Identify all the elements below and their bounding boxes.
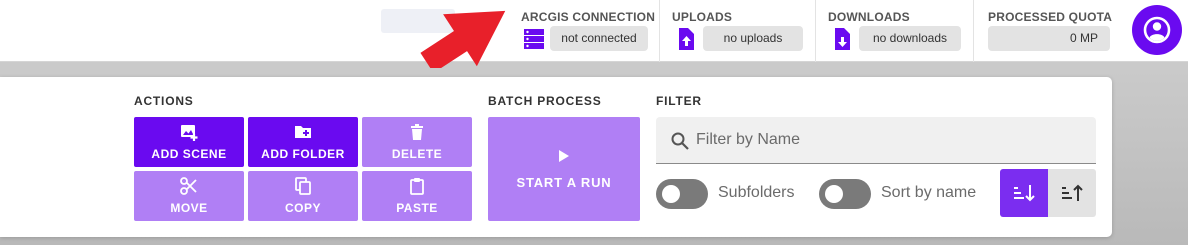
copy-icon [295, 177, 311, 195]
sort-ascending-button[interactable] [1048, 169, 1096, 217]
downloads-section: DOWNLOADS no downloads [815, 0, 973, 62]
account-circle-icon [1143, 16, 1171, 44]
batch-process-label: BATCH PROCESS [488, 94, 602, 108]
sort-descending-button[interactable] [1000, 169, 1048, 217]
trash-icon [411, 124, 423, 140]
start-run-button[interactable]: START A RUN [488, 117, 640, 221]
add-scene-label: ADD SCENE [151, 147, 227, 161]
sort-by-name-toggle-knob [825, 185, 843, 203]
toolbar-panel: ACTIONS ADD SCENE ADD FOLDER DELETE MOVE [0, 77, 1112, 237]
sort-descending-icon [1014, 185, 1035, 202]
uploads-status: no uploads [703, 26, 803, 51]
scissors-icon [180, 177, 197, 195]
paste-button[interactable]: PASTE [362, 171, 472, 221]
arcgis-connection-section: ARCGIS CONNECTION not connected [510, 0, 659, 62]
filter-label: FILTER [656, 94, 702, 108]
account-avatar-button[interactable] [1132, 5, 1182, 55]
filter-search-box [656, 117, 1096, 164]
paste-label: PASTE [396, 201, 438, 215]
add-folder-icon [295, 126, 311, 138]
subfolders-label: Subfolders [718, 184, 795, 201]
copy-button[interactable]: COPY [248, 171, 358, 221]
uploads-section: UPLOADS no uploads [659, 0, 815, 62]
sort-by-name-toggle[interactable] [819, 179, 871, 209]
file-download-icon [835, 28, 850, 50]
filter-by-name-input[interactable] [696, 127, 1076, 153]
clipboard-icon [410, 178, 424, 195]
arcgis-connection-title: ARCGIS CONNECTION [521, 10, 656, 24]
downloads-status: no downloads [859, 26, 961, 51]
subfolders-toggle-knob [662, 185, 680, 203]
arcgis-connection-status: not connected [550, 26, 648, 51]
start-run-label: START A RUN [516, 175, 612, 190]
sort-by-name-label: Sort by name [881, 184, 977, 201]
add-folder-label: ADD FOLDER [261, 147, 345, 161]
red-arrow-icon [420, 10, 506, 68]
subfolders-toggle[interactable] [656, 179, 708, 209]
top-status-bar: ARCGIS CONNECTION not connected UPLOADS … [0, 0, 1188, 62]
move-button[interactable]: MOVE [134, 171, 244, 221]
delete-button[interactable]: DELETE [362, 117, 472, 167]
downloads-title: DOWNLOADS [828, 10, 910, 24]
add-image-icon [181, 125, 198, 141]
server-icon [524, 29, 544, 49]
actions-label: ACTIONS [134, 94, 194, 108]
processed-quota-title: PROCESSED QUOTA [988, 10, 1113, 24]
search-icon [671, 132, 689, 150]
processed-quota-section: PROCESSED QUOTA 0 MP [973, 0, 1124, 62]
uploads-title: UPLOADS [672, 10, 733, 24]
file-upload-icon [679, 28, 694, 50]
copy-label: COPY [284, 201, 321, 215]
sort-ascending-icon [1062, 184, 1083, 201]
add-scene-button[interactable]: ADD SCENE [134, 117, 244, 167]
move-label: MOVE [170, 201, 208, 215]
play-icon [559, 150, 569, 162]
add-folder-button[interactable]: ADD FOLDER [248, 117, 358, 167]
processed-quota-value: 0 MP [988, 26, 1110, 51]
delete-label: DELETE [391, 147, 443, 161]
